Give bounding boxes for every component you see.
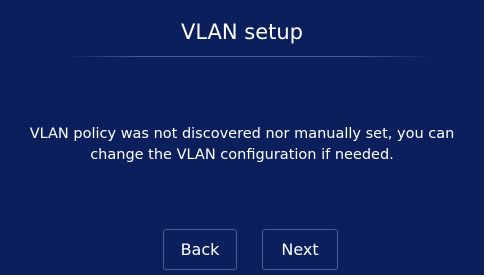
title-divider (66, 56, 432, 57)
vlan-setup-screen: VLAN setup VLAN policy was not discovere… (0, 0, 484, 275)
info-message: VLAN policy was not discovered nor manua… (29, 126, 455, 163)
back-button[interactable]: Back (163, 229, 237, 270)
page-title: VLAN setup (180, 20, 304, 44)
next-button[interactable]: Next (262, 229, 338, 270)
